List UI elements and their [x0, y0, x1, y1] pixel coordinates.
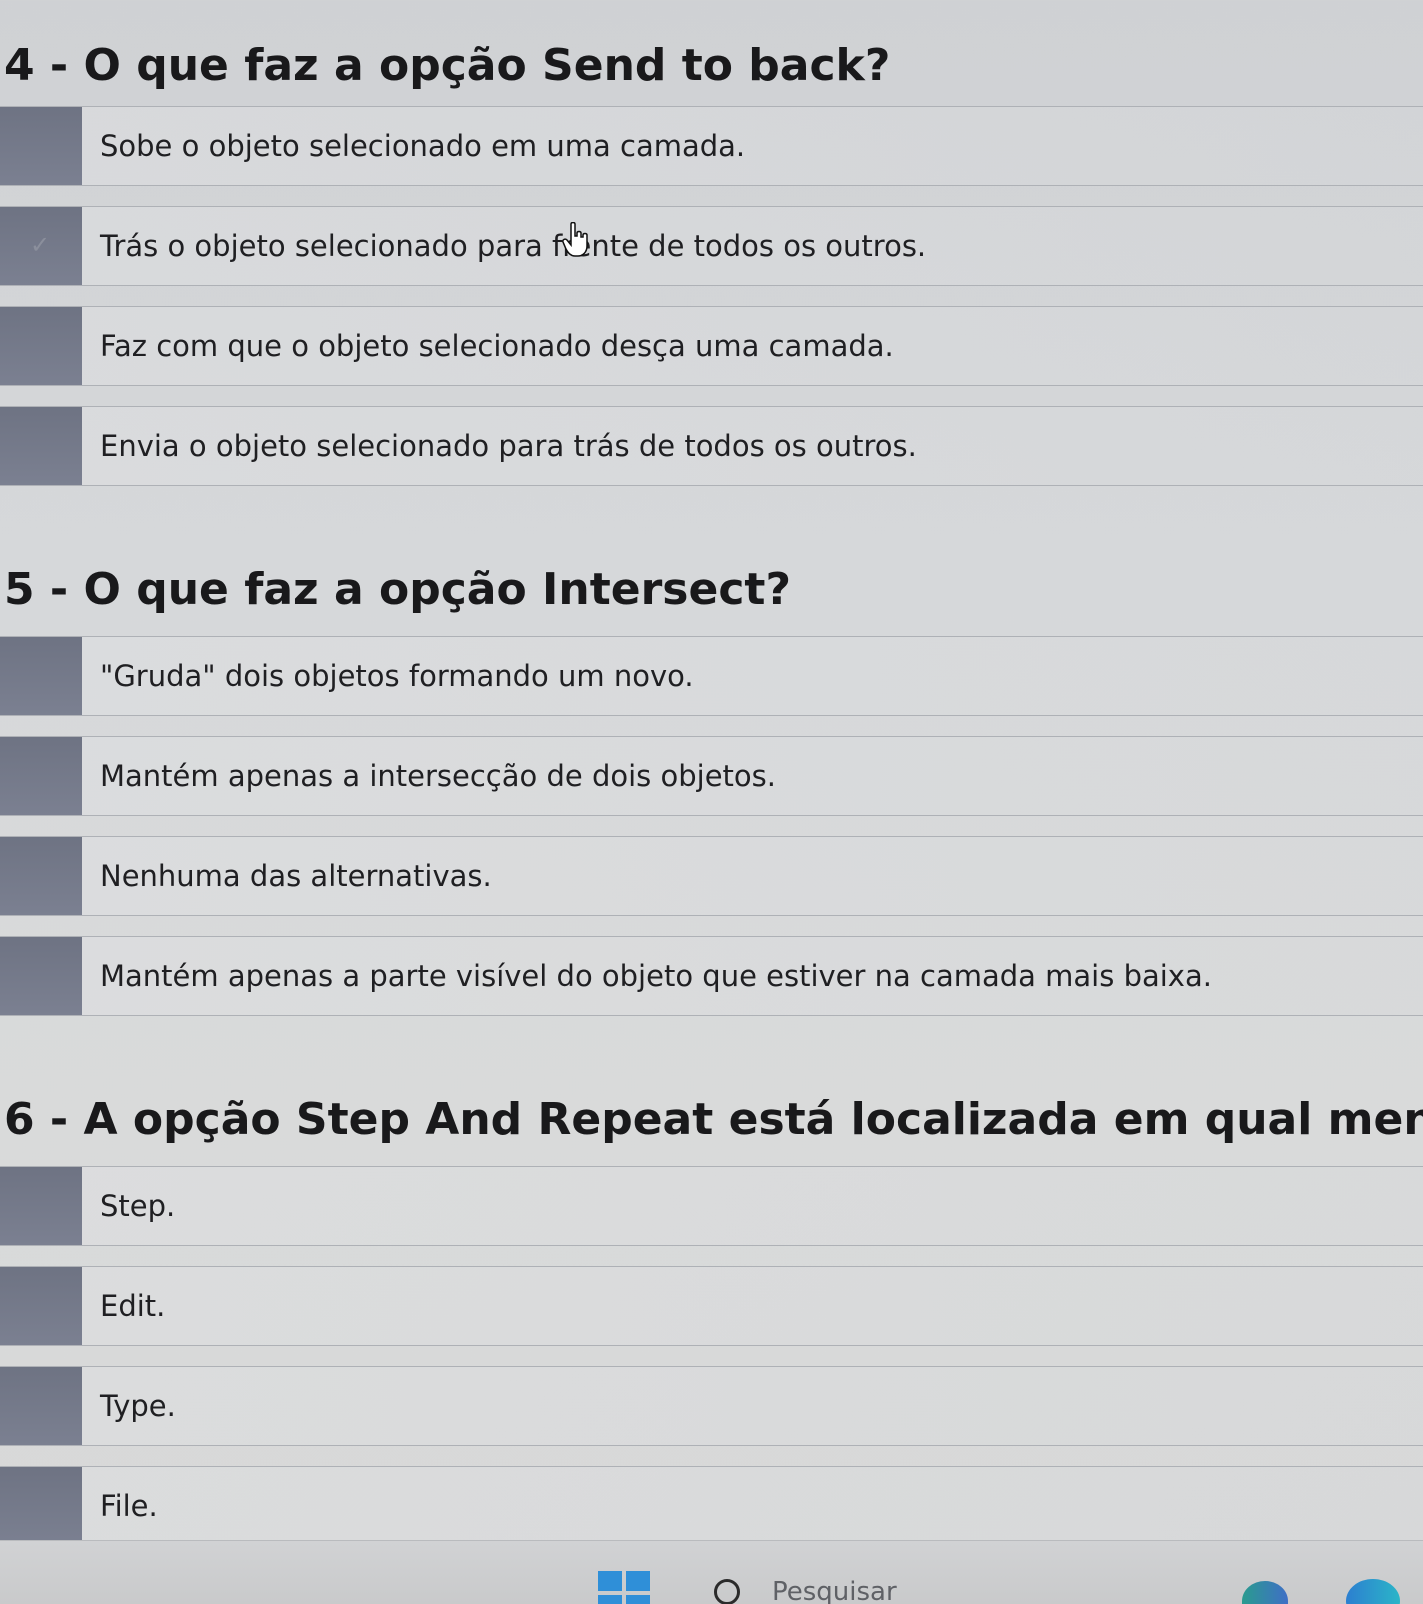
option-checkbox[interactable] — [0, 1367, 82, 1445]
check-icon: ✓ — [30, 231, 51, 259]
option-checkbox[interactable] — [0, 407, 82, 485]
option-label: Mantém apenas a parte visível do objeto … — [100, 959, 1212, 993]
option-label: Envia o objeto selecionado para trás de … — [100, 429, 917, 463]
option-label: "Gruda" dois objetos formando um novo. — [100, 659, 694, 693]
windows-start-icon[interactable] — [598, 1571, 652, 1604]
option-q6-c[interactable]: Type. — [0, 1366, 1423, 1446]
option-checkbox[interactable] — [0, 937, 82, 1015]
option-q4-a[interactable]: Sobe o objeto selecionado em uma camada. — [0, 106, 1423, 186]
option-checkbox[interactable]: ✓ — [0, 207, 82, 285]
option-checkbox[interactable] — [0, 1467, 82, 1545]
option-label: Faz com que o objeto selecionado desça u… — [100, 329, 894, 363]
question-6-title: 6 - A opção Step And Repeat está localiz… — [4, 1094, 1423, 1145]
option-q4-d[interactable]: Envia o objeto selecionado para trás de … — [0, 406, 1423, 486]
option-label: Edit. — [100, 1289, 166, 1323]
option-checkbox[interactable] — [0, 1167, 82, 1245]
option-q5-c[interactable]: Nenhuma das alternativas. — [0, 836, 1423, 916]
option-checkbox[interactable] — [0, 637, 82, 715]
search-icon[interactable] — [714, 1579, 740, 1604]
question-5-title: 5 - O que faz a opção Intersect? — [4, 564, 791, 615]
option-q4-c[interactable]: Faz com que o objeto selecionado desça u… — [0, 306, 1423, 386]
option-label: Step. — [100, 1189, 176, 1223]
option-checkbox[interactable] — [0, 837, 82, 915]
option-checkbox[interactable] — [0, 107, 82, 185]
option-label: Sobe o objeto selecionado em uma camada. — [100, 129, 746, 163]
taskbar-search-input[interactable]: Pesquisar — [772, 1577, 897, 1604]
option-q5-d[interactable]: Mantém apenas a parte visível do objeto … — [0, 936, 1423, 1016]
option-q6-b[interactable]: Edit. — [0, 1266, 1423, 1346]
option-checkbox[interactable] — [0, 737, 82, 815]
option-label: File. — [100, 1489, 158, 1523]
option-q4-b[interactable]: ✓ Trás o objeto selecionado para frente … — [0, 206, 1423, 286]
quiz-page: 4 - O que faz a opção Send to back? Sobe… — [0, 0, 1423, 1550]
option-checkbox[interactable] — [0, 1267, 82, 1345]
taskbar-app-icon[interactable] — [1242, 1581, 1288, 1604]
hand-cursor-icon — [562, 222, 588, 257]
question-4-title: 4 - O que faz a opção Send to back? — [4, 40, 891, 91]
option-checkbox[interactable] — [0, 307, 82, 385]
browser-icon[interactable] — [1346, 1579, 1400, 1604]
option-label: Type. — [100, 1389, 176, 1423]
taskbar: Pesquisar — [0, 1540, 1423, 1604]
option-label: Nenhuma das alternativas. — [100, 859, 492, 893]
option-q5-a[interactable]: "Gruda" dois objetos formando um novo. — [0, 636, 1423, 716]
option-label: Trás o objeto selecionado para frente de… — [100, 229, 927, 263]
option-q6-d[interactable]: File. — [0, 1466, 1423, 1546]
option-q5-b[interactable]: Mantém apenas a intersecção de dois obje… — [0, 736, 1423, 816]
option-label: Mantém apenas a intersecção de dois obje… — [100, 759, 776, 793]
option-q6-a[interactable]: Step. — [0, 1166, 1423, 1246]
